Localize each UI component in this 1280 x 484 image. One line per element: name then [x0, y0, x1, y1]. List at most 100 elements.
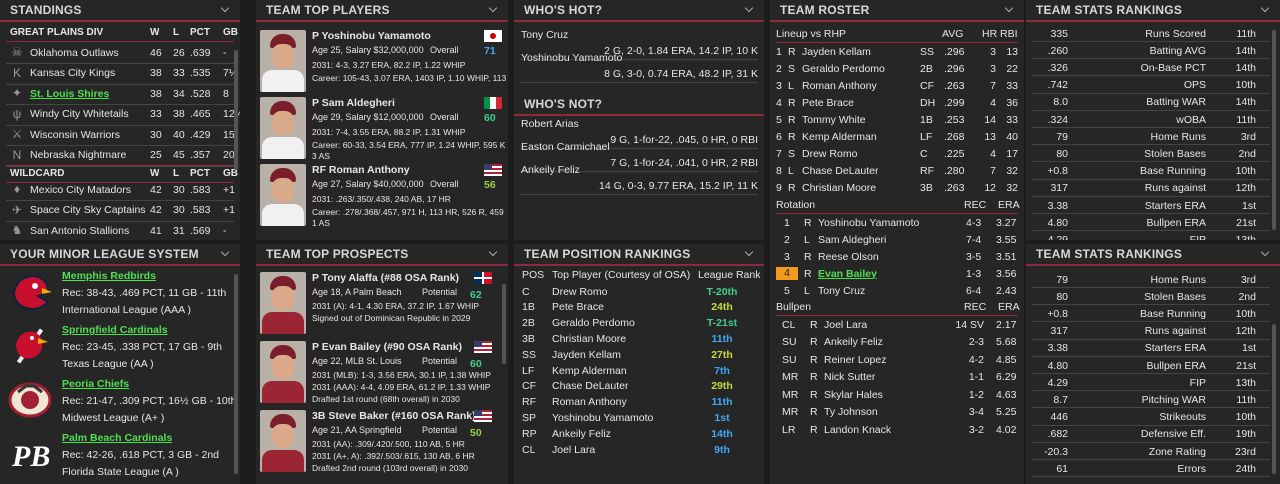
prospect-card[interactable]: 3B Steve Baker (#160 OSA Rank) Age 21, AA… — [256, 408, 508, 474]
standings-row[interactable]: ☠ Oklahoma Outlaws 46 26 .639- — [0, 44, 240, 61]
rotation-row[interactable]: 4 R Evan Bailey 1-3 3.56 — [770, 265, 1024, 282]
scrollbar[interactable] — [234, 50, 238, 170]
stat-ranking-row: 446 Strikeouts 10th — [1026, 409, 1280, 426]
position: SS — [920, 45, 935, 58]
chevron-down-icon[interactable] — [488, 5, 498, 15]
stat-ranking-row: .742 OPS 10th — [1026, 77, 1280, 94]
position-ranking-row[interactable]: SP Yoshinobu Yamamoto 1st — [514, 409, 764, 426]
losses: 26 — [173, 46, 185, 59]
lineup-row[interactable]: 7 S Drew Romo C .225 4 17 — [770, 145, 1024, 162]
position: CF — [522, 380, 536, 393]
chevron-down-icon[interactable] — [220, 249, 230, 259]
top-player-card[interactable]: P Yoshinobu Yamamoto Age 25, Salary $32,0… — [256, 28, 508, 92]
player-name[interactable]: Ankeily Feliz — [521, 164, 580, 176]
rotation-row[interactable]: 3 R Reese Olson 3-5 3.51 — [770, 248, 1024, 265]
top-player-card[interactable]: P Sam Aldegheri Age 29, Salary $12,000,00… — [256, 95, 508, 159]
standings-row[interactable]: ✈ Space City Sky Captains 42 30 .583 +1 — [0, 202, 240, 219]
role: LR — [782, 423, 796, 436]
prospect-name[interactable]: P Tony Alaffa (#88 OSA Rank) — [312, 272, 459, 284]
player-name[interactable]: Robert Arias — [521, 118, 579, 130]
prospect-name[interactable]: 3B Steve Baker (#160 OSA Rank) — [312, 410, 476, 422]
stat-ranking-row: +0.8 Base Running 10th — [1026, 163, 1280, 180]
standings-row[interactable]: K Kansas City Kings 38 33.535 7½ — [0, 65, 240, 82]
position-ranking-row[interactable]: 3B Christian Moore 11th — [514, 330, 764, 347]
position-ranking-row[interactable]: RF Roman Anthony 11th — [514, 394, 764, 411]
bullpen-row[interactable]: MR R Ty Johnson 3-4 5.25 — [770, 404, 1024, 421]
stat-value: 446 — [1050, 411, 1068, 424]
lineup-row[interactable]: 4 R Pete Brace DH .299 4 36 — [770, 94, 1024, 111]
win-pct: .639 — [190, 46, 211, 59]
scrollbar[interactable] — [1272, 324, 1276, 474]
position-ranking-row[interactable]: 2B Geraldo Perdomo T-21st — [514, 315, 764, 332]
scrollbar[interactable] — [502, 284, 506, 364]
prospect-card[interactable]: P Tony Alaffa (#88 OSA Rank) Age 18, A Pa… — [256, 270, 508, 336]
bullpen-row[interactable]: SU R Ankeily Feliz 2-3 5.68 — [770, 334, 1024, 351]
chevron-down-icon[interactable] — [1260, 249, 1270, 259]
bullpen-row[interactable]: LR R Landon Knack 3-2 4.02 — [770, 421, 1024, 438]
rotation-row[interactable]: 2 L Sam Aldegheri 7-4 3.55 — [770, 231, 1024, 248]
prospect-line-2: Signed out of Dominican Republic in 2029 — [312, 313, 471, 323]
bullpen-row[interactable]: MR R Nick Sutter 1-1 6.29 — [770, 369, 1024, 386]
stat-value: +0.8 — [1047, 307, 1068, 320]
standings-row[interactable]: ψWindy City Whitetails3338.46512½ — [0, 106, 240, 123]
league-rank: 14th — [711, 427, 733, 440]
avg: .280 — [944, 164, 965, 177]
standings-row[interactable]: ⚔ Wisconsin Warriors 30 40 .429 15 — [0, 126, 240, 143]
standings-row[interactable]: ♦ Mexico City Matadors 42 30 .583 +1 — [0, 181, 240, 198]
chevron-down-icon[interactable] — [1004, 5, 1014, 15]
lineup-row[interactable]: 1 R Jayden Kellam SS .296 3 13 — [770, 43, 1024, 60]
position-ranking-row[interactable]: CF Chase DeLauter 29th — [514, 378, 764, 395]
position-ranking-row[interactable]: C Drew Romo T-20th — [514, 283, 764, 300]
chevron-down-icon[interactable] — [744, 5, 754, 15]
minor-team-link[interactable]: Springfield Cardinals — [62, 324, 168, 336]
rotation-row[interactable]: 5 L Tony Cruz 6-4 2.43 — [770, 282, 1024, 299]
bullpen-row[interactable]: CL R Joel Lara 14 SV 2.17 — [770, 316, 1024, 333]
standings-row[interactable]: ♞ San Antonio Stallions 41 31 .569- — [0, 222, 240, 239]
position-ranking-row[interactable]: LF Kemp Alderman 7th — [514, 362, 764, 379]
player-name[interactable]: Tony Cruz — [521, 29, 568, 41]
bullpen-row[interactable]: MR R Skylar Hales 1-2 4.63 — [770, 386, 1024, 403]
bullpen-row[interactable]: SU R Reiner Lopez 4-2 4.85 — [770, 351, 1024, 368]
scrollbar[interactable] — [1272, 30, 1276, 230]
player-name: Roman Anthony — [552, 396, 627, 409]
lineup-row[interactable]: 5 R Tommy White 1B .253 14 33 — [770, 111, 1024, 128]
player-name[interactable]: P Sam Aldegheri — [312, 97, 395, 109]
lineup-row[interactable]: 2 S Geraldo Perdomo 2B .296 3 22 — [770, 60, 1024, 77]
minor-team-link[interactable]: Peoria Chiefs — [62, 378, 129, 390]
home-runs: 3 — [990, 45, 996, 58]
position-ranking-row[interactable]: 1B Pete Brace 24th — [514, 299, 764, 316]
position-ranking-row[interactable]: RP Ankeily Feliz 14th — [514, 425, 764, 442]
home-runs: 12 — [984, 181, 996, 194]
player-name[interactable]: Easton Carmichael — [521, 141, 610, 153]
lineup-row[interactable]: 9 R Christian Moore 3B .263 12 32 — [770, 179, 1024, 196]
era: 6.29 — [996, 371, 1017, 383]
batting-order: 4 — [776, 96, 782, 109]
player-name[interactable]: P Yoshinobu Yamamoto — [312, 30, 431, 42]
player-name[interactable]: Yoshinobu Yamamoto — [521, 52, 622, 64]
chevron-down-icon[interactable] — [744, 249, 754, 259]
lineup-row[interactable]: 6 R Kemp Alderman LF .268 13 40 — [770, 128, 1024, 145]
player-name: Ankeily Feliz — [824, 336, 883, 348]
prospect-card[interactable]: P Evan Bailey (#90 OSA Rank) Age 22, MLB … — [256, 339, 508, 405]
top-player-card[interactable]: RF Roman Anthony Age 27, Salary $40,000,0… — [256, 162, 508, 226]
minor-team-link[interactable]: Palm Beach Cardinals — [62, 432, 172, 444]
chevron-down-icon[interactable] — [488, 249, 498, 259]
rotation-row[interactable]: 1 R Yoshinobu Yamamoto 4-3 3.27 — [770, 214, 1024, 231]
standings-row[interactable]: ✦ St. Louis Shires 38 34 .528 8 — [0, 85, 240, 102]
prospect-name[interactable]: P Evan Bailey (#90 OSA Rank) — [312, 341, 462, 353]
stat-name: Runs against — [1144, 182, 1206, 195]
lineup-row[interactable]: 8 L Chase DeLauter RF .280 7 32 — [770, 162, 1024, 179]
chevron-down-icon[interactable] — [1260, 5, 1270, 15]
position-ranking-row[interactable]: CL Joel Lara 9th — [514, 441, 764, 458]
col-rec: REC — [964, 198, 987, 211]
stat-name: Bullpen ERA — [1146, 216, 1206, 229]
chevron-down-icon[interactable] — [220, 5, 230, 15]
whitetails-logo-icon: ψ — [12, 106, 22, 121]
position-ranking-row[interactable]: SS Jayden Kellam 27th — [514, 346, 764, 363]
lineup-row[interactable]: 3 L Roman Anthony CF .263 7 33 — [770, 77, 1024, 94]
stat-name: Pitching WAR — [1141, 393, 1206, 406]
standings-row[interactable]: N Nebraska Nightmare 25 45 .357 20 — [0, 147, 240, 164]
scrollbar[interactable] — [234, 274, 238, 474]
minor-team-link[interactable]: Memphis Redbirds — [62, 270, 156, 282]
player-name[interactable]: RF Roman Anthony — [312, 164, 410, 176]
